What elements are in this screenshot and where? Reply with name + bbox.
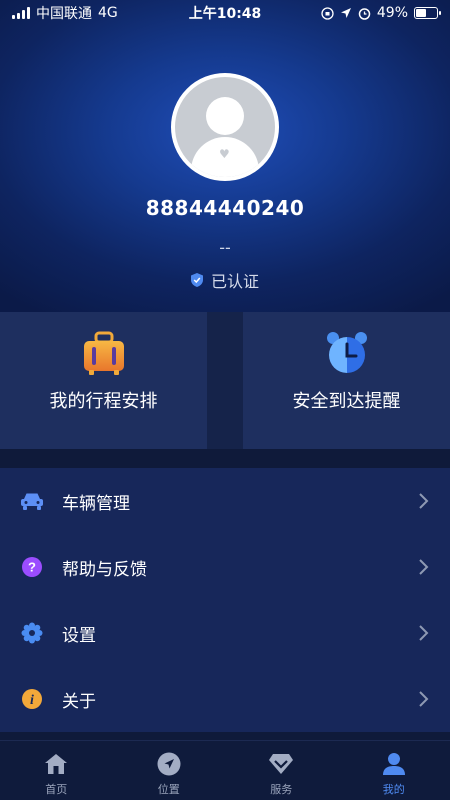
network-type: 4G [98,5,118,21]
orientation-lock-icon [321,6,334,20]
alarm-status-icon [358,7,371,20]
feature-cards: 我的行程安排 安全到达提醒 [0,312,450,449]
carrier-name: 中国联通 [36,6,92,22]
menu-item-help-feedback[interactable]: ? 帮助与反馈 [0,534,450,600]
menu-item-about[interactable]: i 关于 [0,666,450,732]
tab-services[interactable]: 服务 [225,741,338,800]
status-time: 上午10:48 [188,6,262,22]
home-icon [43,751,69,777]
chevron-right-icon [419,691,429,707]
heart-icon: ♥ [219,147,230,161]
trip-schedule-label: 我的行程安排 [49,391,158,412]
battery-percent: 49% [376,5,408,21]
tab-location-label: 位置 [157,783,180,796]
svg-text:?: ? [28,560,36,575]
info-icon: i [20,687,44,711]
menu-item-vehicle-management[interactable]: 车辆管理 [0,468,450,534]
chevron-right-icon [419,493,429,509]
location-status-icon [340,8,351,18]
tab-home[interactable]: 首页 [0,741,113,800]
menu-label-help-feedback: 帮助与反馈 [62,559,147,580]
avatar[interactable]: ♥ [171,73,279,181]
location-arrow-icon [156,751,182,777]
luggage-icon [83,331,124,375]
tab-mine[interactable]: 我的 [338,741,450,800]
shield-check-icon [190,273,203,287]
settings-menu: 车辆管理 ? 帮助与反馈 设置 i 关于 [0,468,450,732]
bottom-tab-bar: 首页 位置 服务 我的 [0,740,450,800]
tab-services-label: 服务 [270,783,293,796]
person-icon [381,751,407,777]
avatar-head-shape [206,97,244,135]
svg-text:i: i [30,693,34,708]
tab-mine-label: 我的 [382,783,405,796]
verified-badge: 已认证 [0,268,450,292]
trip-schedule-card[interactable]: 我的行程安排 [0,312,207,449]
tab-location[interactable]: 位置 [113,741,226,800]
menu-label-about: 关于 [62,691,96,712]
settings-gear-icon [20,621,44,645]
menu-item-settings[interactable]: 设置 [0,600,450,666]
phone-number: 88844440240 [145,196,305,220]
nickname: -- [219,238,231,257]
safe-arrival-label: 安全到达提醒 [292,391,401,412]
menu-label-settings: 设置 [62,625,96,646]
signal-icon [12,7,30,19]
diamond-icon [268,751,294,777]
menu-label-vehicle-management: 车辆管理 [62,493,130,514]
battery-icon [414,7,441,19]
safe-arrival-card[interactable]: 安全到达提醒 [243,312,450,449]
verified-label: 已认证 [210,272,259,291]
tab-home-label: 首页 [45,783,68,796]
profile-header: ♥ 88844440240 -- 已认证 [0,0,450,312]
car-icon [20,489,44,513]
status-bar: 中国联通 4G 上午10:48 49% [0,0,450,26]
alarm-clock-icon [326,332,367,373]
chevron-right-icon [419,559,429,575]
help-icon: ? [20,555,44,579]
chevron-right-icon [419,625,429,641]
